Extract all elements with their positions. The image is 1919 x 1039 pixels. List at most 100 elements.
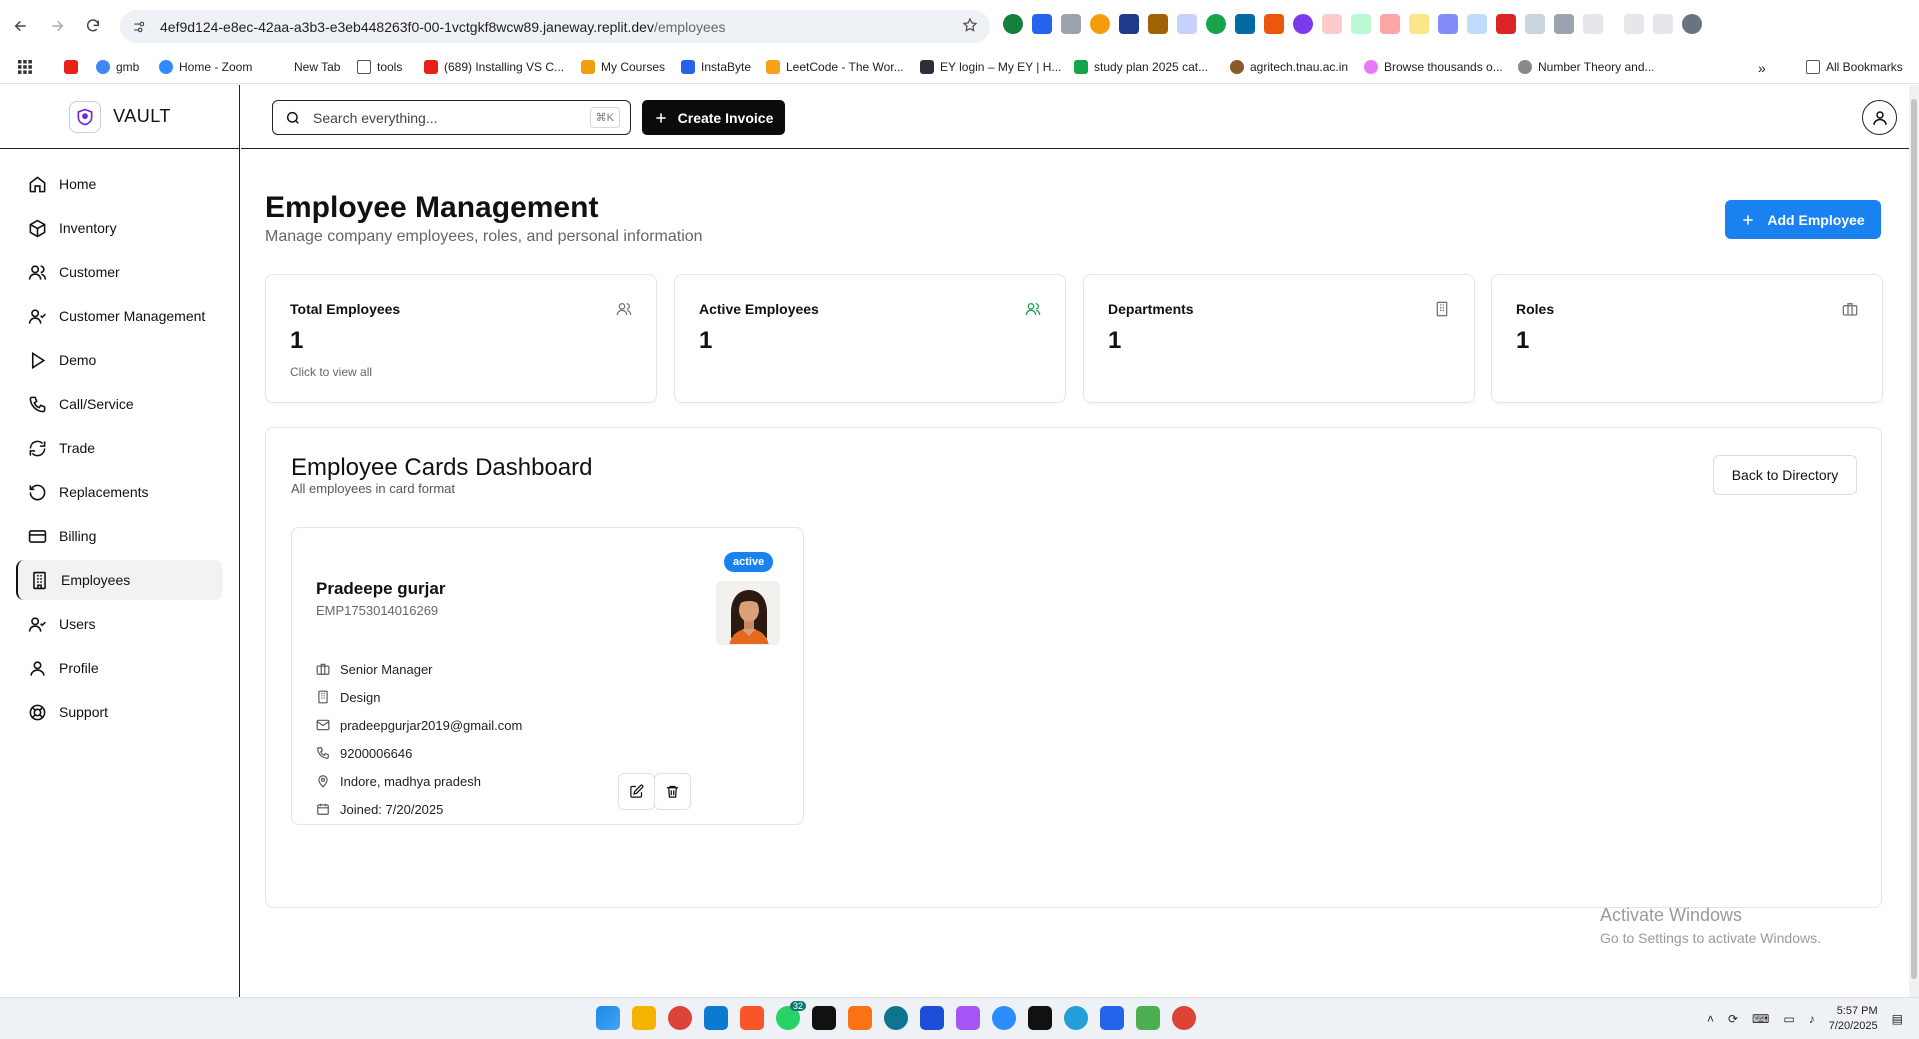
file-explorer-icon[interactable] [632,1006,656,1030]
bookmark-tools[interactable]: tools [357,60,402,74]
site-info-icon[interactable] [132,20,146,34]
sidebar-item-replacements[interactable]: Replacements [16,472,223,512]
extension-icon[interactable] [1032,14,1052,34]
sidebar-item-billing[interactable]: Billing [16,516,223,556]
extension-icon[interactable] [1409,14,1429,34]
extension-icon[interactable] [1525,14,1545,34]
windows-start-icon[interactable] [596,1006,620,1030]
extension-icon[interactable] [1119,14,1139,34]
download-icon[interactable] [1624,14,1644,34]
employee-card[interactable]: active Pradeepe gurjar EMP1753014016269 … [291,527,804,825]
sidebar-item-support[interactable]: Support [16,692,223,732]
bookmark-agritech[interactable]: agritech.tnau.ac.in [1230,60,1348,74]
extension-icon[interactable] [1496,14,1516,34]
user-menu-avatar[interactable] [1862,100,1897,135]
apps-grid-icon[interactable] [18,60,32,74]
delete-employee-button[interactable] [654,773,691,810]
bookmark-browse[interactable]: Browse thousands o... [1364,60,1503,74]
app-icon[interactable] [1100,1006,1124,1030]
brand[interactable]: VAULT [0,85,240,149]
bookmark-youtube[interactable] [64,60,78,74]
app-icon[interactable] [884,1006,908,1030]
bookmark-instabyte[interactable]: InstaByte [681,60,751,74]
bookmark-number-theory[interactable]: Number Theory and... [1518,60,1655,74]
extension-icon[interactable] [1351,14,1371,34]
bookmark-zoom[interactable]: Home - Zoom [159,60,252,74]
extension-icon[interactable] [1206,14,1226,34]
bookmark-study-plan[interactable]: study plan 2025 cat... [1074,60,1208,74]
terminal-icon[interactable] [1028,1006,1052,1030]
volume-icon[interactable]: ♪ [1809,1012,1815,1026]
stat-card-total-employees[interactable]: Total Employees 1 Click to view all [265,274,657,403]
sidebar-item-inventory[interactable]: Inventory [16,208,223,248]
search-input[interactable]: Search everything... ⌘K [272,100,631,135]
telegram-icon[interactable] [1064,1006,1088,1030]
sidebar-item-call-service[interactable]: Call/Service [16,384,223,424]
extension-icon[interactable] [1293,14,1313,34]
zoom-icon[interactable] [992,1006,1016,1030]
bookmark-ey[interactable]: EY login – My EY | H... [920,60,1061,74]
whatsapp-icon[interactable]: 32 [776,1001,806,1030]
puzzle-extensions-icon[interactable] [1583,14,1603,34]
menu-kebab-icon[interactable] [1711,14,1721,34]
vlc-icon[interactable] [848,1006,872,1030]
sidebar-item-home[interactable]: Home [16,164,223,204]
network-icon[interactable]: ▭ [1783,1012,1794,1026]
extension-icon[interactable] [1438,14,1458,34]
sidebar-item-employees[interactable]: Employees [16,560,223,600]
intellij-icon[interactable] [812,1006,836,1030]
sidebar-item-customer-management[interactable]: Customer Management [16,296,223,336]
clock[interactable]: 5:57 PM 7/20/2025 [1829,1004,1878,1034]
sidebar-item-customer[interactable]: Customer [16,252,223,292]
vscode-icon[interactable] [704,1006,728,1030]
camera-extension-icon[interactable] [1061,14,1081,34]
bookmark-youtube-vscode[interactable]: (689) Installing VS C... [424,60,564,74]
stat-value: 1 [1108,327,1122,354]
back-to-directory-button[interactable]: Back to Directory [1713,455,1857,495]
profile-avatar-icon[interactable] [1682,14,1702,34]
youtube-icon [424,60,438,74]
sidebar-item-profile[interactable]: Profile [16,648,223,688]
all-bookmarks[interactable]: All Bookmarks [1806,60,1903,74]
sidebar-item-demo[interactable]: Demo [16,340,223,380]
bookmark-gmb[interactable]: gmb [96,60,139,74]
notification-icon[interactable]: ▤ [1892,1012,1903,1026]
back-arrow-icon[interactable] [8,13,34,39]
add-employee-button[interactable]: Add Employee [1725,200,1881,239]
sidebar-item-trade[interactable]: Trade [16,428,223,468]
more-bookmarks-chevron-icon[interactable]: » [1758,60,1766,76]
extension-icon[interactable] [1554,14,1574,34]
sidebar-item-users[interactable]: Users [16,604,223,644]
extension-icon[interactable] [1235,14,1255,34]
keyboard-icon[interactable]: ⌨ [1752,1012,1769,1026]
chevron-up-icon[interactable]: ˄ [1707,1012,1714,1026]
bookmark-my-courses[interactable]: My Courses [581,60,665,74]
address-bar[interactable]: 4ef9d124-e8ec-42aa-a3b3-e3eb448263f0-00-… [120,10,990,43]
extension-icon[interactable] [1090,14,1110,34]
sync-icon[interactable]: ⟳ [1728,1012,1738,1026]
create-invoice-button[interactable]: Create Invoice [642,100,785,135]
bookmark-new-tab[interactable]: New Tab [274,60,340,74]
scrollbar-thumb[interactable] [1911,99,1917,979]
extension-icon[interactable] [1264,14,1284,34]
extension-icon[interactable] [1467,14,1487,34]
stat-card-active-employees: Active Employees 1 [674,274,1066,403]
bookmark-star-icon[interactable] [962,17,978,33]
reload-icon[interactable] [80,13,106,39]
brave-icon[interactable] [740,1006,764,1030]
forward-arrow-icon[interactable] [44,13,70,39]
extension-icon[interactable] [1380,14,1400,34]
grammarly-extension-icon[interactable] [1003,14,1023,34]
utorrent-icon[interactable] [1136,1006,1160,1030]
page-scrollbar[interactable] [1909,85,1919,997]
edit-employee-button[interactable] [618,773,655,810]
chrome-icon[interactable] [668,1006,692,1030]
media-icon[interactable] [1653,14,1673,34]
bookmark-leetcode[interactable]: LeetCode - The Wor... [766,60,904,74]
extension-icon[interactable] [1322,14,1342,34]
extension-icon[interactable] [1177,14,1197,34]
copilot-icon[interactable] [956,1006,980,1030]
extension-icon[interactable] [1148,14,1168,34]
headphones-icon[interactable] [920,1006,944,1030]
chrome-icon[interactable] [1172,1006,1196,1030]
